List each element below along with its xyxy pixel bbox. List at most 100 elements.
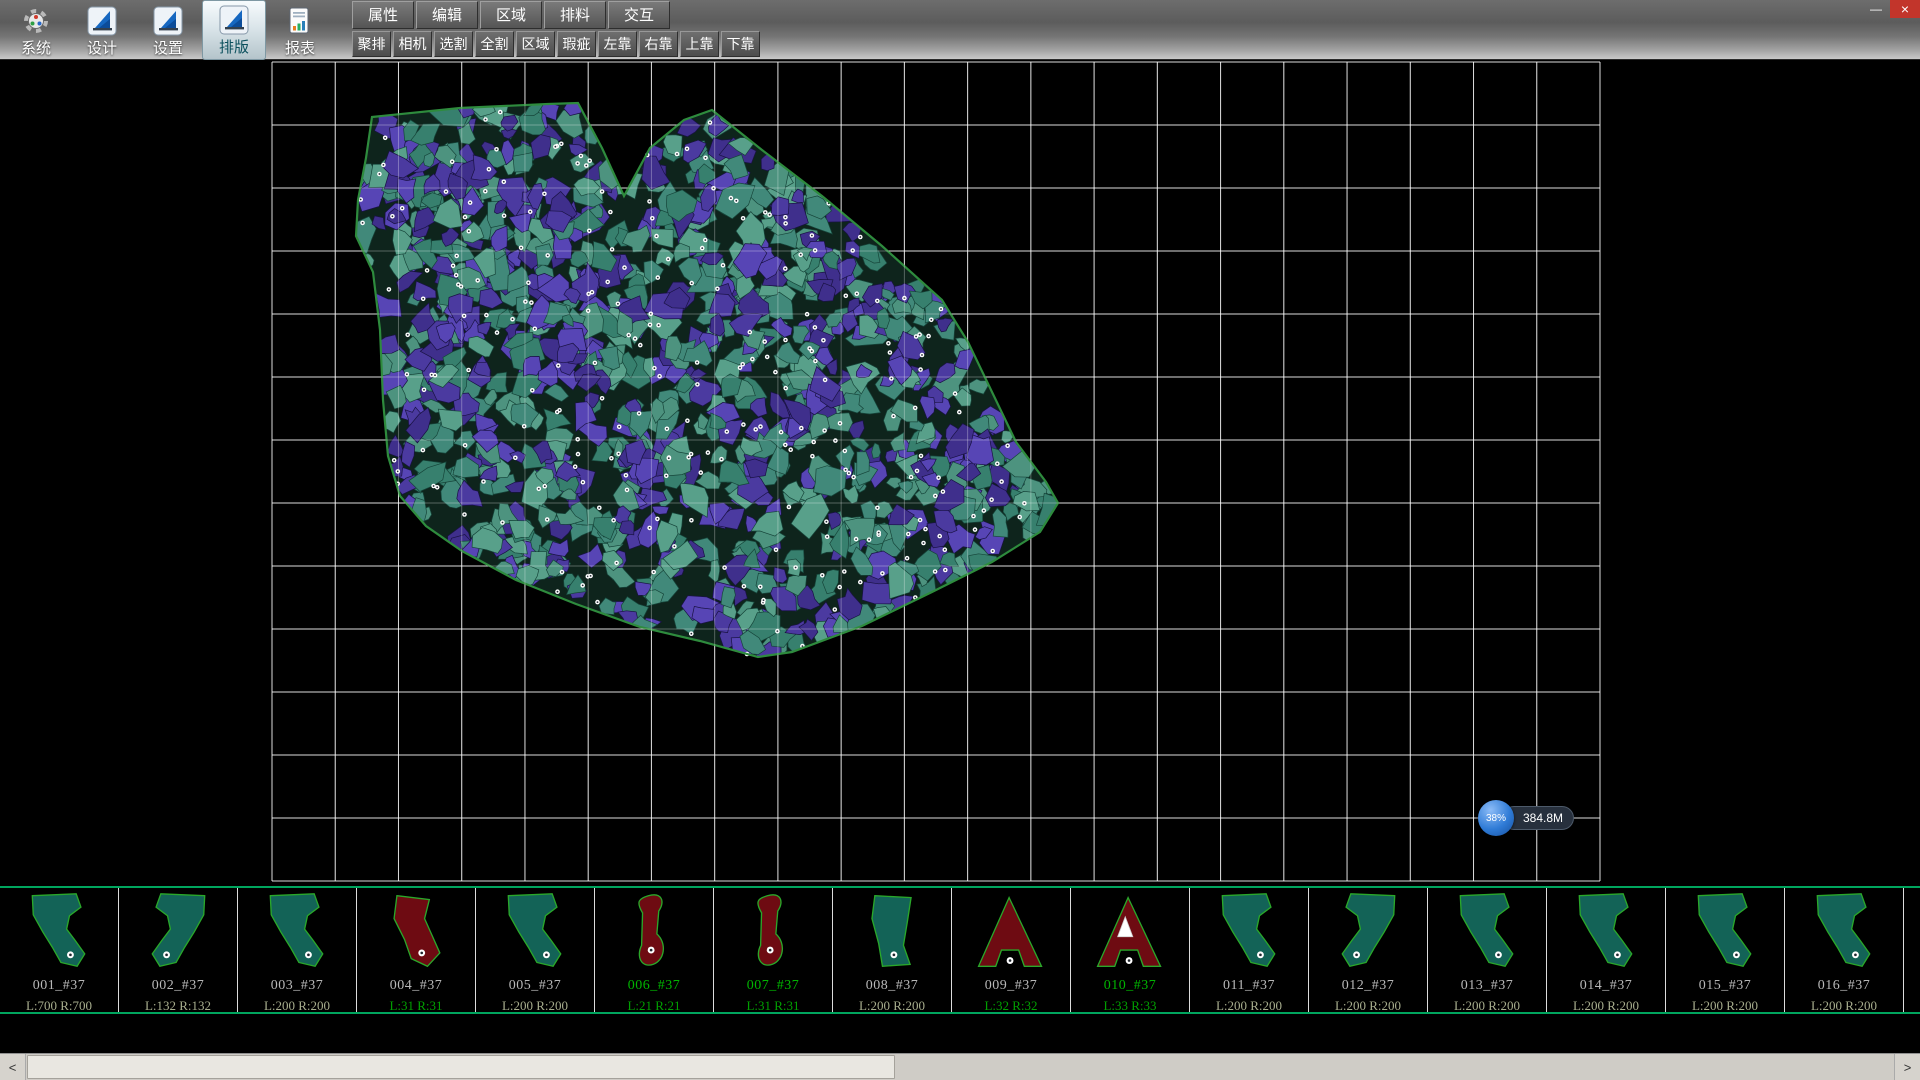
- horizontal-scrollbar[interactable]: < >: [0, 1053, 1920, 1080]
- tool-region[interactable]: 区域: [516, 31, 555, 57]
- tool-select-cut[interactable]: 选割: [434, 31, 473, 57]
- piece-name: 015_#37: [1699, 977, 1752, 995]
- piece-name: 001_#37: [33, 977, 86, 995]
- piece-shape: [9, 888, 109, 977]
- sail-icon: [218, 4, 250, 36]
- close-button[interactable]: ×: [1890, 0, 1920, 18]
- piece-lr-count: L:21 R:21: [627, 997, 680, 1014]
- piece-thumbnail[interactable]: 010_#37 L:33 R:33: [1071, 888, 1190, 1012]
- tool-align-bottom[interactable]: 下靠: [721, 31, 760, 57]
- piece-lr-count: L:31 R:31: [389, 997, 442, 1014]
- piece-thumbnail[interactable]: 003_#37 L:200 R:200: [238, 888, 357, 1012]
- piece-shape: [1556, 888, 1656, 977]
- nesting-canvas[interactable]: [0, 60, 1920, 886]
- piece-thumbnail[interactable]: 008_#37 L:200 R:200: [833, 888, 952, 1012]
- piece-thumbnail[interactable]: 013_#37 L:200 R:200: [1428, 888, 1547, 1012]
- piece-lr-count: L:200 R:200: [859, 997, 925, 1014]
- piece-name: 013_#37: [1461, 977, 1514, 995]
- piece-shape: [128, 888, 228, 977]
- piece-thumbnail[interactable]: 014_#37 L:200 R:200: [1547, 888, 1666, 1012]
- main-button-label: 系统: [21, 37, 51, 58]
- piece-thumbnail[interactable]: 009_#37L:32 R:32: [952, 888, 1071, 1012]
- piece-shape: [604, 888, 704, 977]
- ribbon-right: 属性编辑区域排料交互 聚排相机选割全割区域瑕疵左靠右靠上靠下靠: [352, 0, 762, 59]
- sail-icon: [86, 5, 118, 37]
- piece-shape: [961, 888, 1061, 977]
- main-button-label: 报表: [285, 37, 315, 58]
- piece-thumbnail[interactable]: 001_#37 L:700 R:700: [0, 888, 119, 1012]
- piece-thumbnail[interactable]: 004_#37L:31 R:31: [357, 888, 476, 1012]
- piece-lr-count: L:132 R:132: [145, 997, 211, 1014]
- piece-name: 010_#37: [1104, 977, 1157, 995]
- piece-shape: [1794, 888, 1894, 977]
- tool-button-row: 聚排相机选割全割区域瑕疵左靠右靠上靠下靠: [352, 31, 762, 57]
- tool-cut-all[interactable]: 全割: [475, 31, 514, 57]
- minimize-button[interactable]: —: [1862, 0, 1890, 18]
- piece-thumbnail[interactable]: 015_#37 L:200 R:200: [1666, 888, 1785, 1012]
- piece-lr-count: L:200 R:200: [1216, 997, 1282, 1014]
- piece-thumbnail-strip: 001_#37 L:700 R:700 002_#37 L:132 R:132 003_…: [0, 886, 1920, 1014]
- main-button-system[interactable]: 系统: [4, 0, 68, 60]
- piece-lr-count: L:200 R:200: [1454, 997, 1520, 1014]
- scroll-right-arrow[interactable]: >: [1894, 1054, 1920, 1080]
- report-icon: [284, 5, 316, 37]
- piece-lr-count: L:200 R:200: [264, 997, 330, 1014]
- piece-name: 002_#37: [152, 977, 205, 995]
- piece-shape: [1080, 888, 1180, 977]
- piece-thumbnail[interactable]: 007_#37L:31 R:31: [714, 888, 833, 1012]
- piece-thumbnail[interactable]: 011_#37 L:200 R:200: [1190, 888, 1309, 1012]
- piece-name: 006_#37: [628, 977, 681, 995]
- main-button-report[interactable]: 报表: [268, 0, 332, 60]
- tab-properties[interactable]: 属性: [352, 1, 414, 29]
- piece-lr-count: L:32 R:32: [984, 997, 1037, 1014]
- tool-camera[interactable]: 相机: [393, 31, 432, 57]
- tab-interact[interactable]: 交互: [608, 1, 670, 29]
- gear-icon: [20, 5, 52, 37]
- piece-name: 011_#37: [1223, 977, 1275, 995]
- piece-lr-count: L:200 R:200: [1335, 997, 1401, 1014]
- app-window: 系统设计设置排版报表 属性编辑区域排料交互 聚排相机选割全割区域瑕疵左靠右靠上靠…: [0, 0, 1920, 1080]
- menu-tab-row: 属性编辑区域排料交互: [352, 1, 762, 29]
- piece-thumbnail[interactable]: 012_#37 L:200 R:200: [1309, 888, 1428, 1012]
- nesting-sheet: [0, 60, 1920, 886]
- main-button-setup[interactable]: 设置: [136, 0, 200, 60]
- piece-name: 003_#37: [271, 977, 324, 995]
- progress-indicator: 38%: [1478, 800, 1514, 836]
- piece-thumbnail[interactable]: 005_#37L:200 R:200: [476, 888, 595, 1012]
- piece-name: 008_#37: [866, 977, 919, 995]
- main-button-layout[interactable]: 排版: [202, 0, 266, 60]
- scrollbar-thumb[interactable]: [27, 1055, 895, 1079]
- tool-align-right[interactable]: 右靠: [639, 31, 678, 57]
- piece-lr-count: L:700 R:700: [26, 997, 92, 1014]
- piece-thumbnail[interactable]: 002_#37 L:132 R:132: [119, 888, 238, 1012]
- piece-shape: [366, 888, 466, 977]
- tool-align-left[interactable]: 左靠: [598, 31, 637, 57]
- piece-name: 005_#37: [509, 977, 562, 995]
- piece-name: 012_#37: [1342, 977, 1395, 995]
- main-toolbar: 系统 设计设置排版 报表: [0, 0, 336, 59]
- piece-lr-count: L:33 R:33: [1103, 997, 1156, 1014]
- tool-defect[interactable]: 瑕疵: [557, 31, 596, 57]
- tab-nesting[interactable]: 排料: [544, 1, 606, 29]
- tool-cluster-nest[interactable]: 聚排: [352, 31, 391, 57]
- piece-shape: [247, 888, 347, 977]
- piece-name: 016_#37: [1818, 977, 1871, 995]
- piece-shape: [842, 888, 942, 977]
- piece-shape: [723, 888, 823, 977]
- piece-shape: [485, 888, 585, 977]
- sail-icon: [152, 5, 184, 37]
- piece-lr-count: L:200 R:200: [1692, 997, 1758, 1014]
- main-button-design[interactable]: 设计: [70, 0, 134, 60]
- tab-region[interactable]: 区域: [480, 1, 542, 29]
- scroll-left-arrow[interactable]: <: [0, 1054, 26, 1080]
- tab-edit[interactable]: 编辑: [416, 1, 478, 29]
- window-controls: — ×: [1862, 0, 1920, 18]
- tool-align-top[interactable]: 上靠: [680, 31, 719, 57]
- piece-thumbnail[interactable]: 006_#37 L:21 R:21: [595, 888, 714, 1012]
- piece-thumbnail[interactable]: 016_#37L:200 R:200: [1785, 888, 1904, 1012]
- piece-name: 014_#37: [1580, 977, 1633, 995]
- main-button-label: 设计: [87, 37, 117, 58]
- piece-lr-count: L:200 R:200: [1573, 997, 1639, 1014]
- main-button-label: 排版: [219, 36, 249, 57]
- piece-shape: [1318, 888, 1418, 977]
